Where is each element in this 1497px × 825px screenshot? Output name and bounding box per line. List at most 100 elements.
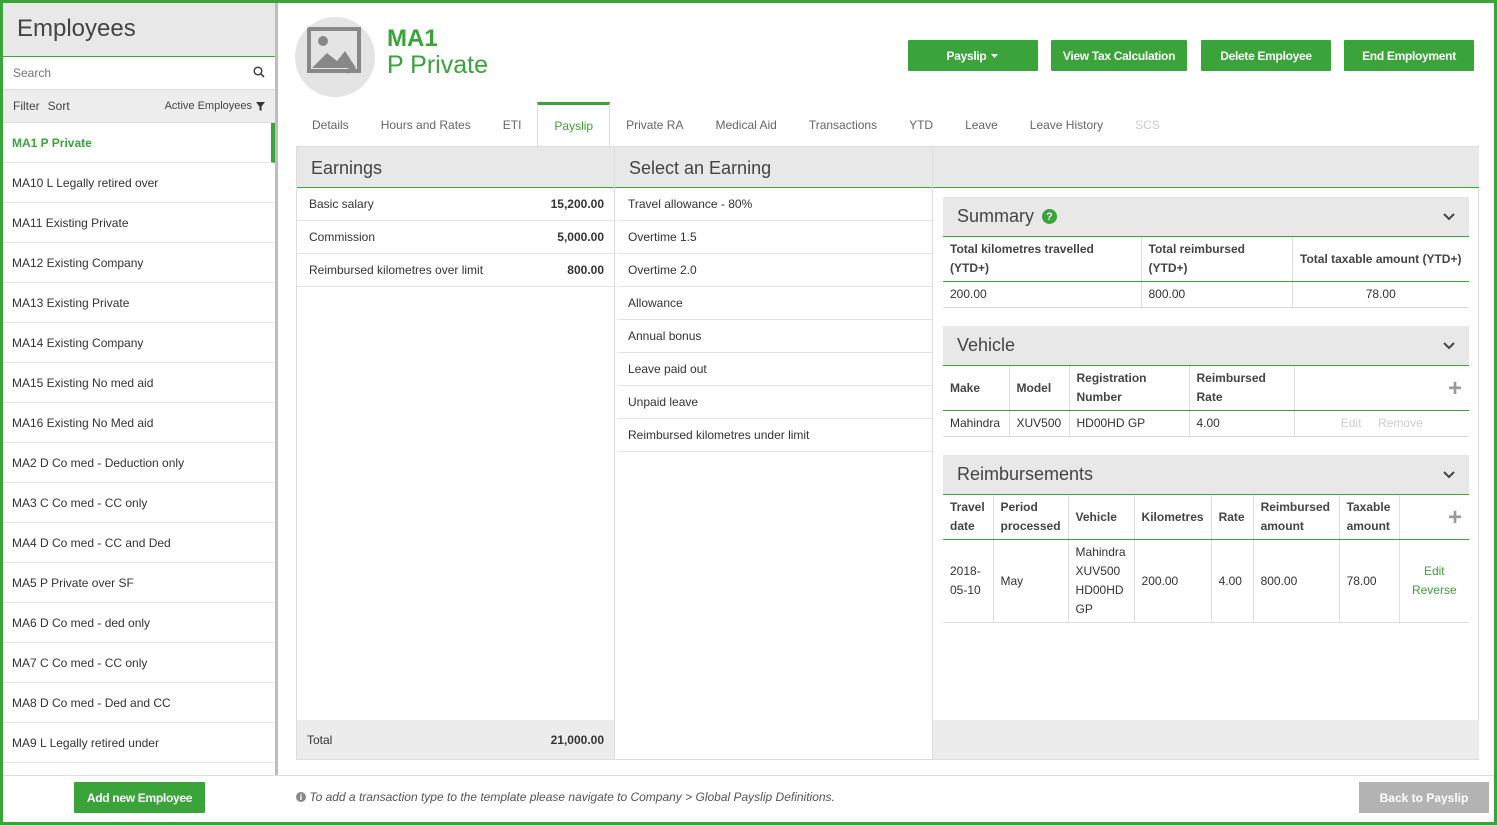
tab-payslip[interactable]: Payslip — [537, 102, 611, 146]
summary-taxable-value: 78.00 — [1292, 281, 1469, 308]
summary-header[interactable]: Summary? — [943, 197, 1469, 237]
reimbursements-panel: Reimbursements Travel date Period proces… — [943, 455, 1469, 623]
vehicle-header[interactable]: Vehicle — [943, 326, 1469, 366]
list-item[interactable]: MA15 Existing No med aid — [3, 363, 275, 403]
kilometres-cell: 200.00 — [1134, 539, 1212, 623]
active-filter[interactable]: Active Employees — [165, 100, 265, 112]
earning-option[interactable]: Travel allowance - 80% — [618, 188, 932, 221]
reverse-reimbursement-link[interactable]: Reverse — [1407, 581, 1462, 600]
tab-bar: Details Hours and Rates ETI Payslip Priv… — [296, 102, 1479, 146]
list-item[interactable]: MA11 Existing Private — [3, 203, 275, 243]
tab-scs: SCS — [1135, 118, 1160, 132]
add-vehicle-icon[interactable]: + — [1294, 366, 1469, 411]
remove-vehicle-link[interactable]: Remove — [1378, 416, 1423, 430]
earning-option[interactable]: Reimbursed kilometres under limit — [618, 419, 932, 452]
detail-header-bar — [933, 147, 1479, 188]
list-item[interactable]: MA5 P Private over SF — [3, 563, 275, 603]
earnings-column: Earnings Basic salary 15,200.00 Commissio… — [297, 147, 615, 759]
earning-label: Basic salary — [309, 197, 374, 211]
edit-reimbursement-link[interactable]: Edit — [1407, 562, 1462, 581]
tab-private-ra[interactable]: Private RA — [610, 104, 699, 146]
list-item[interactable]: MA4 D Co med - CC and Ded — [3, 523, 275, 563]
tab-eti[interactable]: ETI — [487, 104, 538, 146]
tab-medical-aid[interactable]: Medical Aid — [699, 104, 792, 146]
view-tax-calculation-button[interactable]: View Tax Calculation — [1051, 40, 1187, 71]
earning-row[interactable]: Commission 5,000.00 — [297, 221, 614, 254]
add-new-employee-button[interactable]: Add new Employee — [74, 782, 205, 813]
earning-row[interactable]: Basic salary 15,200.00 — [297, 188, 614, 221]
list-item[interactable]: MA3 C Co med - CC only — [3, 483, 275, 523]
list-item[interactable]: MA16 Existing No Med aid — [3, 403, 275, 443]
earning-option[interactable]: Allowance — [618, 287, 932, 320]
tab-transactions[interactable]: Transactions — [793, 104, 893, 146]
earning-option[interactable]: Overtime 1.5 — [618, 221, 932, 254]
summary-table: Total kilometres travelled (YTD+) Total … — [943, 237, 1469, 308]
search-input[interactable] — [13, 66, 233, 80]
payslip-dropdown-button[interactable]: Payslip — [908, 40, 1038, 71]
help-icon[interactable]: ? — [1042, 209, 1058, 224]
earning-option[interactable]: Leave paid out — [618, 353, 932, 386]
column-header: Reimbursed Rate — [1189, 366, 1295, 411]
earnings-total: Total 21,000.00 — [297, 720, 614, 759]
chevron-down-icon — [1443, 212, 1455, 220]
search-icon[interactable] — [253, 65, 265, 81]
earnings-title: Earnings — [297, 147, 614, 188]
earning-option[interactable]: Annual bonus — [618, 320, 932, 353]
earning-option[interactable]: Overtime 2.0 — [618, 254, 932, 287]
template-hint: To add a transaction type to the templat… — [296, 790, 835, 804]
vehicle-panel: Vehicle Make Model Registration Number R… — [943, 326, 1469, 437]
column-header: Reimbursed amount — [1253, 495, 1340, 540]
list-item[interactable]: MA13 Existing Private — [3, 283, 275, 323]
column-header: Travel date — [943, 495, 994, 540]
column-header: Kilometres — [1134, 495, 1212, 540]
earning-option[interactable]: Unpaid leave — [618, 386, 932, 419]
tab-leave[interactable]: Leave — [949, 104, 1014, 146]
summary-panel: Summary? Total kilometres travelled (YTD… — [943, 197, 1469, 308]
list-item[interactable]: MA1 P Private — [3, 123, 275, 163]
tab-details[interactable]: Details — [296, 104, 365, 146]
tab-ytd[interactable]: YTD — [893, 104, 949, 146]
list-item[interactable]: MA2 D Co med - Deduction only — [3, 443, 275, 483]
edit-vehicle-link[interactable]: Edit — [1341, 416, 1362, 430]
list-item[interactable]: MA8 D Co med - Ded and CC — [3, 683, 275, 723]
vehicle-make: Mahindra — [943, 410, 1010, 437]
employee-name: P Private — [387, 51, 488, 79]
column-header: Model — [1009, 366, 1070, 411]
caret-down-icon — [991, 53, 999, 58]
list-item[interactable]: MA12 Existing Company — [3, 243, 275, 283]
detail-footer-bar — [933, 720, 1479, 759]
tab-hours-and-rates[interactable]: Hours and Rates — [365, 104, 487, 146]
earning-row[interactable]: Reimbursed kilometres over limit 800.00 — [297, 254, 614, 287]
delete-employee-button[interactable]: Delete Employee — [1201, 40, 1331, 71]
column-header: Total kilometres travelled (YTD+) — [943, 237, 1142, 282]
active-filter-label: Active Employees — [164, 100, 252, 112]
add-reimbursement-icon[interactable]: + — [1399, 495, 1469, 540]
earning-label: Commission — [309, 230, 376, 244]
reimbursements-header[interactable]: Reimbursements — [943, 455, 1469, 495]
back-to-payslip-button[interactable]: Back to Payslip — [1359, 782, 1489, 813]
detail-column: Summary? Total kilometres travelled (YTD… — [933, 147, 1479, 759]
tab-leave-history[interactable]: Leave History — [1014, 104, 1119, 146]
reimbursed-amount-cell: 800.00 — [1253, 539, 1340, 623]
list-item[interactable]: MA9 L Legally retired under — [3, 723, 275, 763]
vehicle-rate: 4.00 — [1189, 410, 1295, 437]
list-item[interactable]: MA10 L Legally retired over — [3, 163, 275, 203]
bottom-bar: Add new Employee To add a transaction ty… — [3, 775, 1494, 822]
table-row: Mahindra XUV500 HD00HD GP 4.00 Edit Remo… — [943, 410, 1469, 437]
vehicle-table: Make Model Registration Number Reimburse… — [943, 366, 1469, 437]
end-employment-button[interactable]: End Employment — [1344, 40, 1474, 71]
list-item[interactable]: MA14 Existing Company — [3, 323, 275, 363]
earning-value: 5,000.00 — [557, 230, 604, 244]
list-item[interactable]: MA7 C Co med - CC only — [3, 643, 275, 683]
filter-link[interactable]: Filter — [13, 99, 40, 113]
info-icon — [296, 792, 306, 802]
reimbursements-table: Travel date Period processed Vehicle Kil… — [943, 495, 1469, 623]
sort-link[interactable]: Sort — [48, 99, 70, 113]
avatar[interactable] — [295, 17, 375, 97]
summary-km-value: 200.00 — [943, 281, 1142, 308]
hint-text: To add a transaction type to the templat… — [309, 790, 835, 804]
total-label: Total — [307, 732, 333, 747]
list-item[interactable]: MA6 D Co med - ded only — [3, 603, 275, 643]
column-header: Registration Number — [1069, 366, 1190, 411]
column-header: Total taxable amount (YTD+) — [1292, 237, 1469, 282]
